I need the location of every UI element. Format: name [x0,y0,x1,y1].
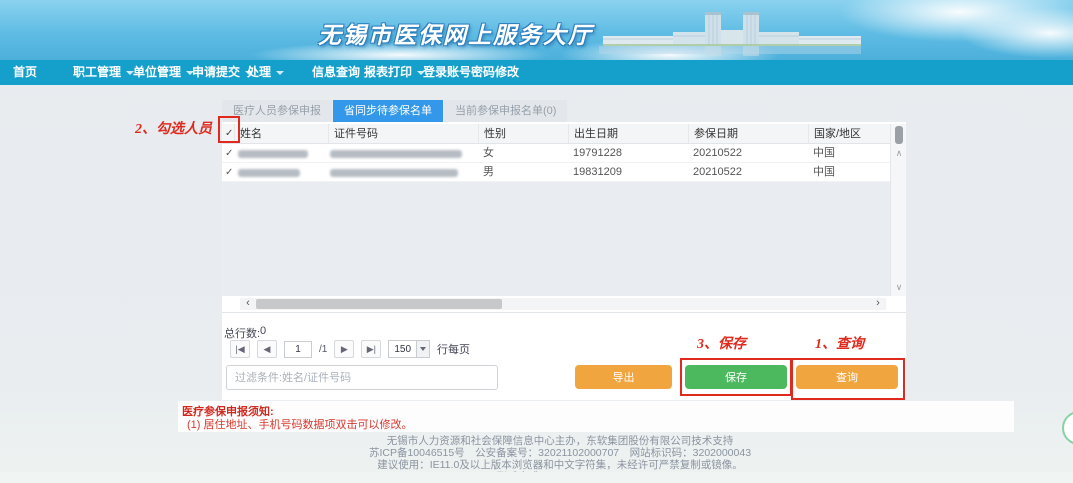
table-row[interactable]: ✓ 女 19791228 20210522 中国 [222,144,890,163]
save-button[interactable]: 保存 [685,365,787,389]
select-all-checkbox[interactable]: ✓ [222,124,234,143]
nav-item-report-print[interactable]: 报表打印 [364,60,425,85]
column-header-gender[interactable]: 性别 [478,124,568,143]
page-number-input[interactable] [284,341,312,358]
column-header-country[interactable]: 国家/地区 [808,124,890,143]
table-row[interactable]: ✓ 男 19831209 20210522 中国 [222,163,890,182]
floating-service-button[interactable] [1062,411,1073,445]
notice-item: (1) 居住地址、手机号码数据项双击可以修改。 [187,416,413,432]
column-header-name[interactable]: 姓名 [234,124,328,143]
scroll-up-icon[interactable]: ∧ [891,148,907,158]
column-header-birth-date[interactable]: 出生日期 [568,124,688,143]
header-banner: 无锡市医保网上服务大厅 [0,0,1073,60]
table-body-empty-area [222,182,890,296]
enroll-date-cell: 20210522 [688,163,808,181]
column-header-enroll-date[interactable]: 参保日期 [688,124,808,143]
filter-input[interactable] [226,365,498,390]
pagination-controls: |◀ ◀ /1 ▶ ▶| 150 行每页 [230,340,470,358]
nav-item-home[interactable]: 首页 [13,60,37,85]
annotation-step2-label: 2、勾选人员 [135,118,212,138]
vertical-scrollbar-thumb[interactable] [895,126,903,144]
annotation-step3-label: 3、保存 [697,333,746,353]
total-rows-label: 总行数: [224,325,260,341]
birth-date-cell: 19831209 [568,163,688,181]
country-cell: 中国 [808,163,890,181]
page-total-label: /1 [319,344,327,355]
prev-page-button[interactable]: ◀ [257,340,277,358]
gender-cell: 男 [478,163,568,181]
page-size-select[interactable]: 150 [388,340,430,358]
tab-bar: 医疗人员参保申报 省同步待参保名单 当前参保申报名单(0) [222,100,568,122]
notice-panel: 医疗参保申报须知: (1) 居住地址、手机号码数据项双击可以修改。 [178,401,1014,432]
horizontal-scrollbar-thumb[interactable] [256,299,502,309]
redacted-name [238,150,308,158]
redacted-name [238,169,300,177]
export-button[interactable]: 导出 [575,365,672,389]
row-checkbox[interactable]: ✓ [222,163,234,181]
vertical-scrollbar[interactable]: ∧ ∨ [890,124,906,296]
select-caret-box[interactable] [416,341,429,357]
nav-item-staff-management[interactable]: 职工管理 [73,60,134,85]
chevron-down-icon [420,347,426,351]
page-title: 无锡市医保网上服务大厅 [318,16,593,50]
next-page-button[interactable]: ▶ [334,340,354,358]
country-cell: 中国 [808,144,890,162]
row-checkbox[interactable]: ✓ [222,144,234,162]
chevron-down-icon [276,71,284,75]
app-window: 无锡市医保网上服务大厅 首页 职工管理 单位管理 申请提交 处理 信息查询 报表… [0,0,1073,483]
tab-current-declare-list[interactable]: 当前参保申报名单(0) [444,100,567,122]
tab-province-sync-list[interactable]: 省同步待参保名单 [333,100,443,122]
nav-item-processing[interactable]: 处理 [247,60,284,85]
nav-item-account-password[interactable]: 登录账号密码修改 [423,60,519,85]
bottom-strip [0,472,1073,483]
query-button[interactable]: 查询 [796,365,898,389]
scroll-down-icon[interactable]: ∨ [891,282,907,292]
gender-cell: 女 [478,144,568,162]
scroll-left-icon[interactable]: ‹ [242,298,254,310]
last-page-button[interactable]: ▶| [361,340,381,358]
scroll-right-icon[interactable]: › [872,298,884,310]
per-page-label: 行每页 [437,341,470,357]
annotation-step1-label: 1、查询 [815,333,864,353]
column-header-id-number[interactable]: 证件号码 [328,124,478,143]
nav-item-application-submit[interactable]: 申请提交 [192,60,253,85]
page-size-value: 150 [389,344,416,355]
horizontal-scrollbar[interactable]: ‹ › [240,298,886,310]
total-rows-value: 0 [260,325,266,337]
tab-medical-declare[interactable]: 医疗人员参保申报 [222,100,332,122]
nav-bar: 首页 职工管理 单位管理 申请提交 处理 信息查询 报表打印 登录账号密码修改 [0,60,1073,85]
redacted-id-number [330,169,458,177]
first-page-button[interactable]: |◀ [230,340,250,358]
redacted-id-number [330,150,462,158]
enroll-date-cell: 20210522 [688,144,808,162]
birth-date-cell: 19791228 [568,144,688,162]
table-header: ✓ 姓名 证件号码 性别 出生日期 参保日期 国家/地区 [222,124,890,144]
building-illustration [585,6,885,58]
nav-item-unit-management[interactable]: 单位管理 [133,60,194,85]
